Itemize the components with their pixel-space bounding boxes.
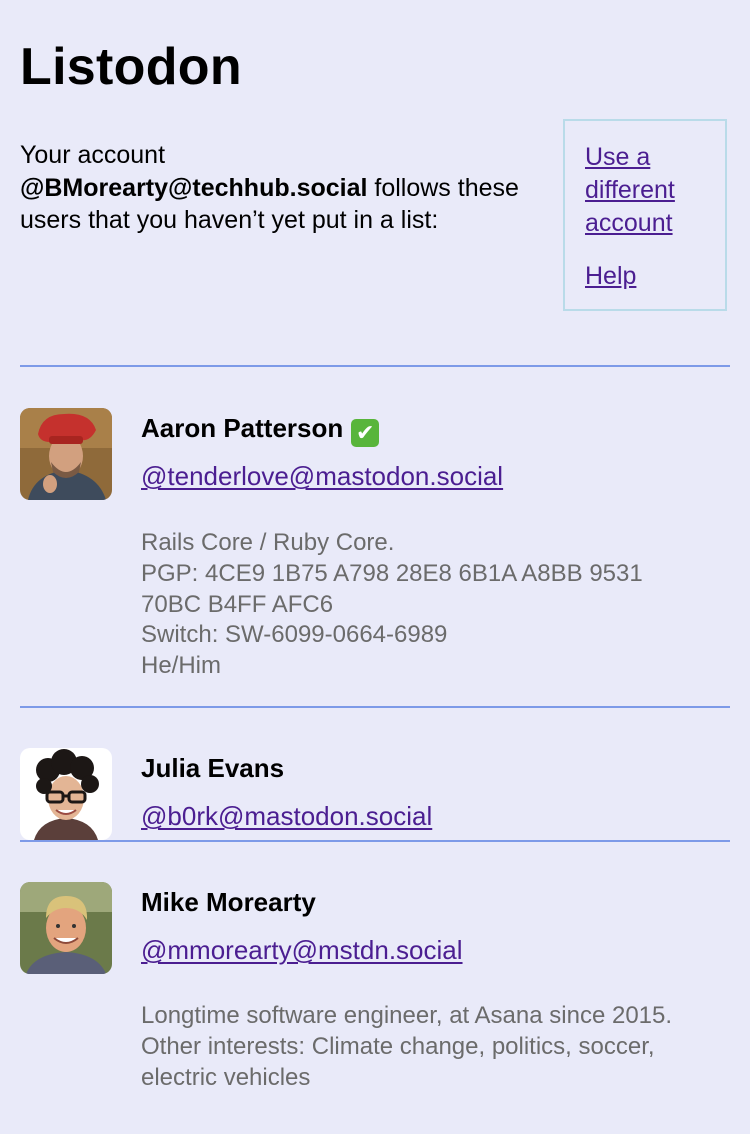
app-title: Listodon: [20, 38, 242, 96]
avatar: [20, 882, 112, 974]
listodon-page: Listodon Your account @BMorearty@techhub.…: [0, 0, 750, 1134]
divider: [20, 840, 730, 842]
bio-line: Longtime software engineer, at Asana sin…: [141, 1002, 673, 1029]
user-name: Aaron Patterson ✔: [141, 412, 380, 447]
verified-check-icon: ✔: [351, 419, 380, 447]
divider: [20, 706, 730, 708]
user-bio: Rails Core / Ruby Core. PGP: 4CE9 1B75 A…: [141, 528, 731, 682]
user-handle-link[interactable]: @b0rk@mastodon.social: [141, 800, 432, 832]
bio-line: Rails Core / Ruby Core.: [141, 529, 395, 556]
bio-line: Other interests: Climate change, politic…: [141, 1032, 655, 1060]
user-name: Julia Evans: [141, 753, 285, 783]
bio-line: 70BC B4FF AFC6: [141, 590, 334, 618]
use-different-account-link[interactable]: Use a different account: [585, 141, 725, 240]
user-bio: Longtime software engineer, at Asana sin…: [141, 1001, 731, 1093]
avatar: [20, 408, 112, 500]
avatar: [20, 748, 112, 840]
bio-line: Switch: SW-6099-0664-6989: [141, 621, 448, 649]
bio-line: PGP: 4CE9 1B75 A798 28E8 6B1A A8BB 9531: [141, 559, 643, 587]
help-link[interactable]: Help: [585, 260, 725, 293]
intro-text: Your account @BMorearty@techhub.social fo…: [20, 139, 530, 237]
user-handle-link[interactable]: @tenderlove@mastodon.social: [141, 460, 503, 492]
user-handle-link[interactable]: @mmorearty@mstdn.social: [141, 934, 463, 966]
bio-line: He/Him: [141, 652, 222, 680]
user-name: Mike Morearty: [141, 887, 316, 917]
intro-prefix: Your account: [20, 141, 166, 169]
account-links-box: Use a different account Help: [563, 119, 727, 311]
account-handle: @BMorearty@techhub.social: [20, 173, 368, 202]
divider: [20, 365, 730, 367]
bio-line: electric vehicles: [141, 1063, 311, 1091]
